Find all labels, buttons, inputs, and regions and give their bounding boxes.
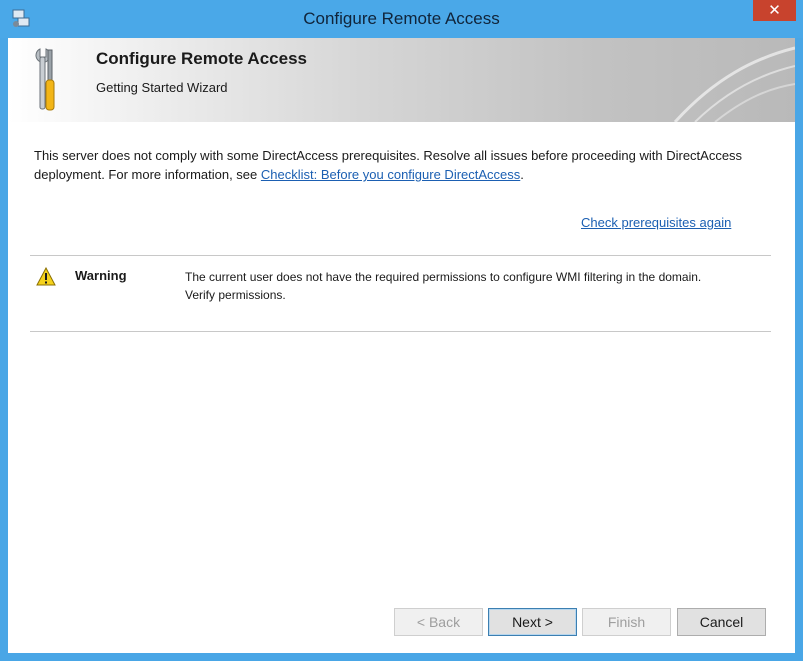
close-button[interactable]: ✕ [753,0,796,21]
wrench-screwdriver-icon [35,48,55,111]
banner-title: Configure Remote Access [96,49,307,68]
prerequisite-message: This server does not comply with some Di… [34,146,764,184]
issue-severity: Warning [75,268,127,283]
issue-description: The current user does not have the requi… [185,270,702,302]
window-title: Configure Remote Access [303,9,500,28]
check-prerequisites-again-link[interactable]: Check prerequisites again [581,215,731,230]
title-bar[interactable]: Configure Remote Access ✕ [0,0,803,38]
checklist-link[interactable]: Checklist: Before you configure DirectAc… [261,167,520,182]
wizard-client-area: Configure Remote Access Getting Started … [8,38,795,653]
issues-bottom-divider [30,331,771,332]
finish-button[interactable]: Finish [582,608,671,636]
banner-subtitle: Getting Started Wizard [96,80,228,95]
decorative-swoosh [673,46,795,122]
message-suffix: . [520,167,524,182]
wizard-window: Configure Remote Access ✕ Configure Remo… [0,0,803,661]
warning-icon [36,267,56,286]
back-button[interactable]: < Back [394,608,483,636]
wizard-header-banner: Configure Remote Access Getting Started … [8,38,795,122]
cancel-button[interactable]: Cancel [677,608,766,636]
next-button[interactable]: Next > [488,608,577,636]
issues-top-divider [30,255,771,256]
